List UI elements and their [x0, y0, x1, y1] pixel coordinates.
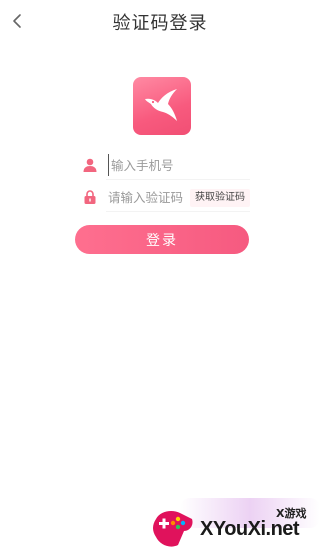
phone-row — [80, 150, 251, 180]
gamepad-logo-icon — [153, 511, 193, 547]
phone-input[interactable] — [108, 154, 251, 176]
watermark-text: XYouXi.net — [200, 518, 300, 540]
app-logo — [133, 77, 191, 135]
get-code-button[interactable]: 获取验证码 — [190, 189, 250, 207]
lock-icon — [84, 190, 96, 204]
user-icon — [83, 158, 97, 172]
code-divider — [106, 211, 250, 212]
site-watermark: X游戏 XYouXi.net — [150, 505, 320, 559]
code-row: 获取验证码 — [80, 182, 250, 212]
page-title: 验证码登录 — [112, 13, 208, 34]
header: 验证码登录 — [0, 0, 320, 44]
code-input[interactable] — [108, 186, 188, 208]
hummingbird-logo-icon — [145, 89, 177, 121]
login-button[interactable]: 登录 — [75, 225, 249, 254]
phone-divider — [106, 179, 250, 180]
